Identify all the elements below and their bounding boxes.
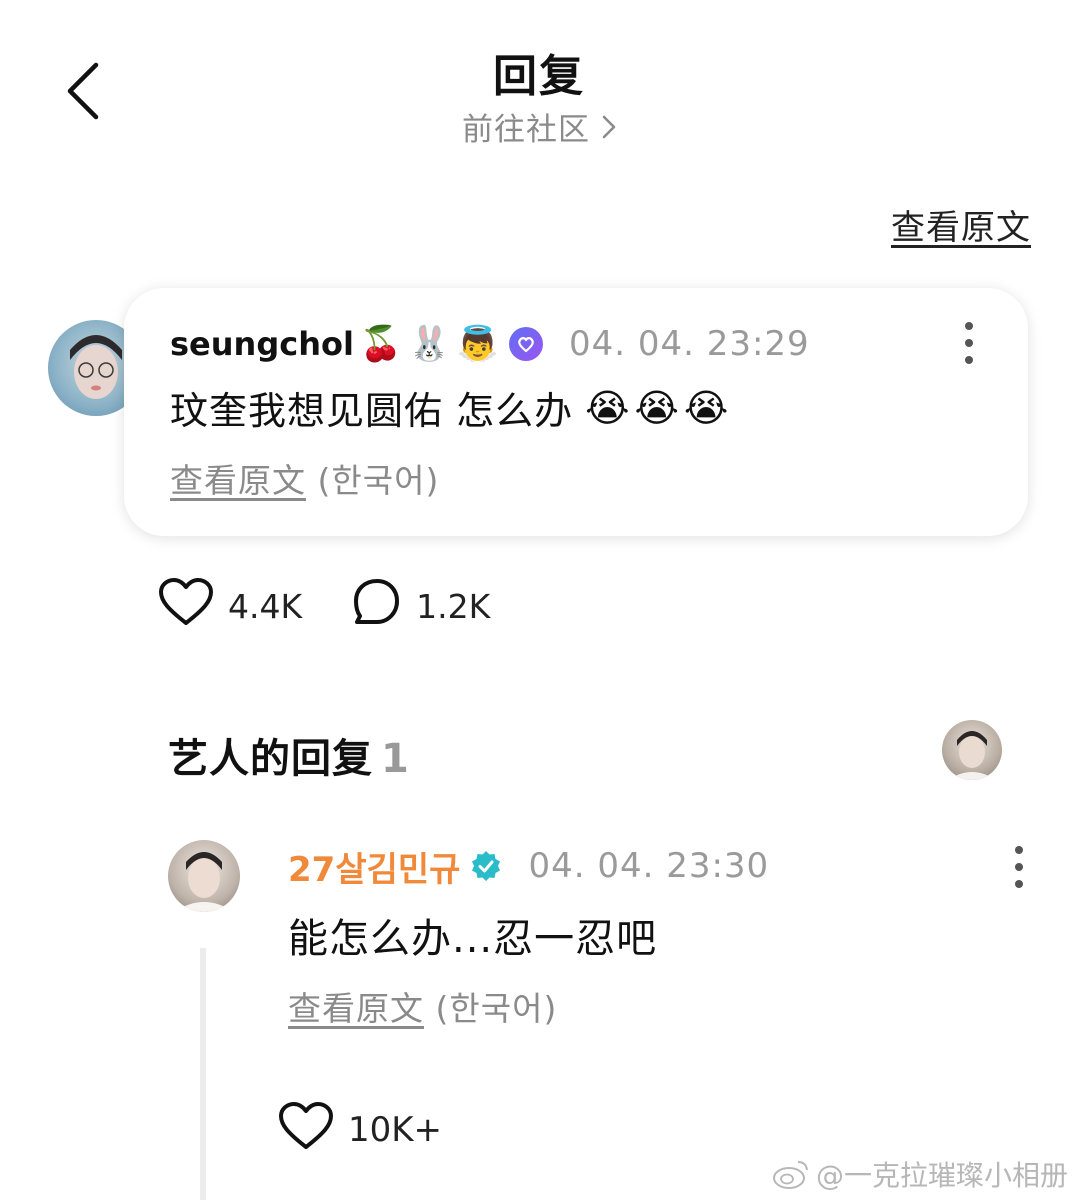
crying-emoji: 😭	[634, 385, 680, 430]
artist-mini-avatar[interactable]	[942, 720, 1002, 780]
crying-emoji: 😭	[683, 385, 730, 430]
reply-header: 27살김민규 04. 04. 23:30	[288, 842, 770, 891]
reply-message: 能怎么办...忍一忍吧	[288, 916, 658, 962]
fan-verified-icon	[508, 327, 543, 361]
community-link-label: 前往社区	[462, 112, 590, 148]
heart-icon	[278, 1101, 348, 1160]
post-original-language: (한국어)	[317, 461, 440, 500]
comment-count: 1.2K	[416, 586, 491, 626]
crying-emoji: 😭	[585, 385, 631, 430]
artist-verified-icon	[470, 850, 502, 882]
cherry-emoji: 🍒	[359, 324, 403, 364]
like-count: 4.4K	[228, 586, 303, 626]
post-more-options-icon[interactable]	[954, 318, 984, 368]
reply-timestamp: 04. 04. 23:30	[528, 846, 770, 886]
go-to-community-link[interactable]: 前往社区	[0, 104, 1078, 149]
post-text: 玟奎我想见圆佑 怎么办 😭 😭 😭	[170, 380, 733, 435]
comment-button[interactable]: 1.2K	[352, 577, 490, 635]
view-original-link[interactable]: 查看原文	[891, 200, 1031, 249]
reply-username[interactable]: 27살김민규	[288, 842, 460, 891]
heart-icon	[158, 577, 228, 635]
artist-avatar[interactable]	[168, 840, 240, 912]
chevron-right-icon	[602, 115, 616, 139]
reply-like-button[interactable]: 10K+	[278, 1101, 443, 1160]
page-title: 回复	[493, 51, 585, 102]
crying-emojis: 😭 😭 😭	[585, 386, 733, 430]
reply-thread-line	[200, 948, 206, 1200]
watermark: @一克拉璀璨小相册	[772, 1154, 1068, 1194]
weibo-logo-icon	[772, 1158, 810, 1190]
comment-bubble-icon	[352, 577, 416, 635]
reply-view-original-link[interactable]: 查看原文	[288, 989, 424, 1028]
post-username[interactable]: seungchol	[170, 325, 354, 363]
reply-original-language: (한국어)	[435, 989, 558, 1028]
post-timestamp: 04. 04. 23:29	[568, 324, 810, 364]
post-translate-row: 查看原文 (한국어)	[170, 454, 439, 502]
like-button[interactable]: 4.4K	[158, 577, 302, 635]
artist-replies-count: 1	[381, 736, 410, 782]
post-stats: 4.4K 1.2K	[158, 578, 540, 634]
artist-replies-title: 艺人的回复 1	[168, 726, 410, 784]
reply-page: 回复 前往社区 查看原文 seungchol 🍒 🐰 👼 04. 04. 23:…	[0, 0, 1078, 1200]
fan-post-card: seungchol 🍒 🐰 👼 04. 04. 23:29 玟奎我想见圆佑 怎么…	[124, 288, 1028, 536]
reply-translate-row: 查看原文 (한국어)	[288, 982, 557, 1030]
artist-replies-label: 艺人的回复	[168, 736, 373, 782]
post-header: seungchol 🍒 🐰 👼 04. 04. 23:29	[170, 322, 810, 366]
post-message: 玟奎我想见圆佑 怎么办	[170, 389, 574, 433]
watermark-text: @一克拉璀璨小相册	[815, 1159, 1068, 1192]
rabbit-emoji: 🐰	[408, 324, 451, 364]
reply-more-options-icon[interactable]	[1004, 842, 1034, 892]
post-view-original-link[interactable]: 查看原文	[170, 461, 306, 500]
reply-like-count: 10K+	[348, 1110, 443, 1150]
angel-emoji: 👼	[456, 324, 499, 364]
